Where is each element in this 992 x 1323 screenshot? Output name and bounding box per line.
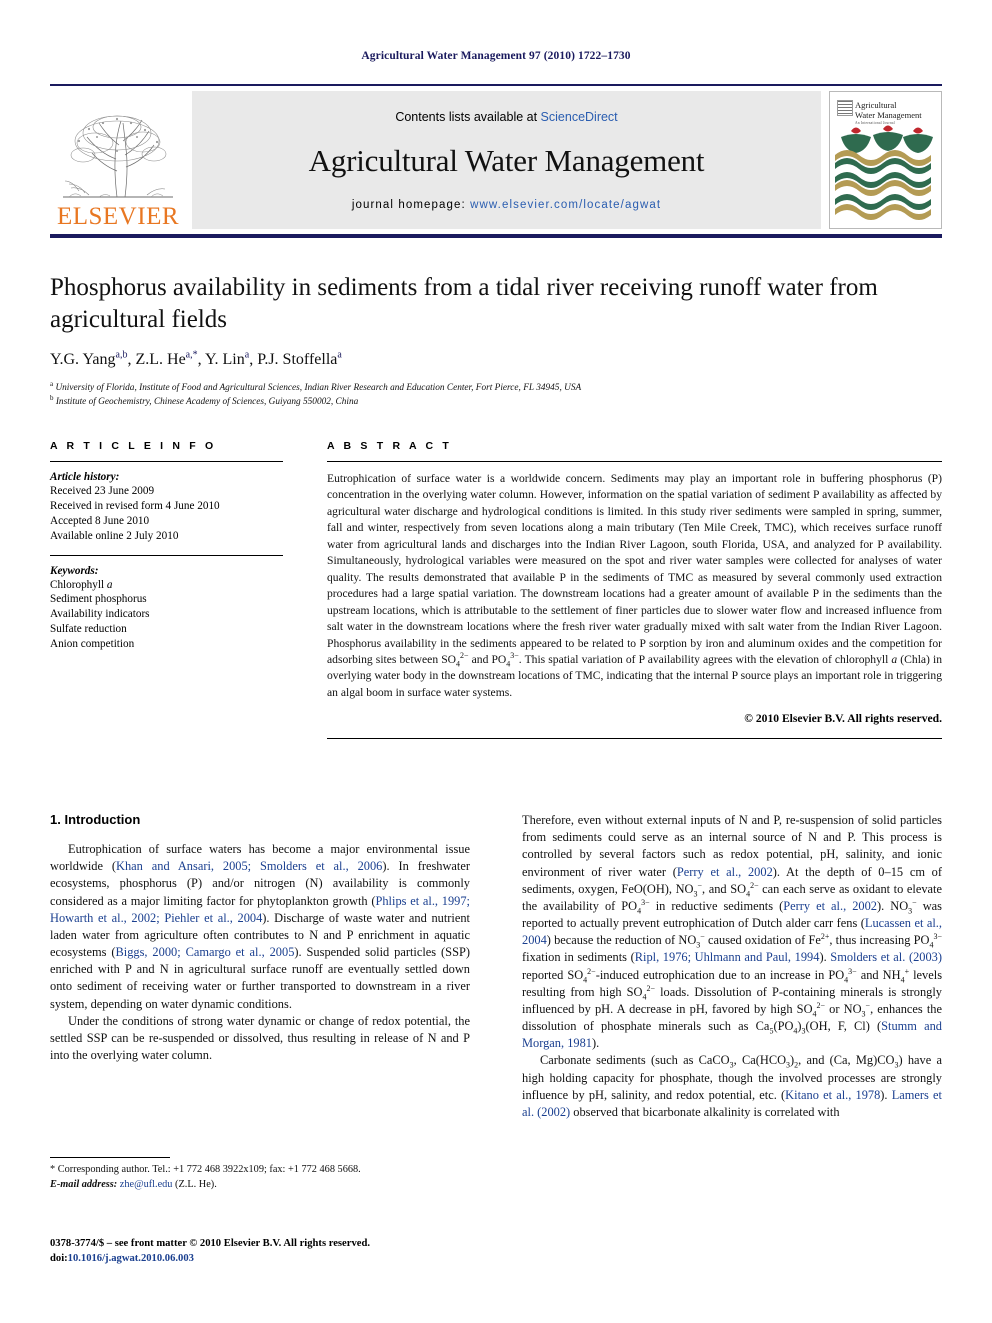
journal-band: Contents lists available at ScienceDirec… <box>192 91 821 229</box>
email-suffix: (Z.L. He). <box>175 1178 217 1190</box>
abstract-heading: A B S T R A C T <box>327 440 452 452</box>
elsevier-tree-icon <box>59 111 177 203</box>
author-list: Y.G. Yanga,b, Z.L. Hea,*, Y. Lina, P.J. … <box>50 349 342 368</box>
contents-line: Contents lists available at ScienceDirec… <box>395 110 617 124</box>
doi-line: doi:10.1016/j.agwat.2010.06.003 <box>50 1253 194 1265</box>
history-item: Accepted 8 June 2010 <box>50 514 150 527</box>
intro-paragraph: Eutrophication of surface waters has bec… <box>50 842 470 1011</box>
email-label: E-mail address: <box>50 1178 118 1190</box>
intro-paragraph: Carbonate sediments (such as CaCO3, Ca(H… <box>522 1053 942 1119</box>
running-head: Agricultural Water Management 97 (2010) … <box>361 50 631 62</box>
paper-page: Agricultural Water Management 97 (2010) … <box>0 0 992 1323</box>
keywords-block: Keywords: Chlorophyll a Sediment phospho… <box>50 554 283 652</box>
info-abstract-section: A R T I C L E I N F O Article history: R… <box>50 440 943 740</box>
body-columns: 1. Introduction Eutrophication of surfac… <box>50 812 942 1121</box>
footnote-block: * Corresponding author. Tel.: +1 772 468… <box>50 1157 470 1192</box>
info-rule-mid <box>50 554 283 556</box>
history-label: Article history: <box>50 471 120 483</box>
abstract-column: A B S T R A C T Eutrophication of surfac… <box>327 440 943 740</box>
keyword-item: Anion competition <box>50 638 135 651</box>
title-block: Phosphorus availability in sediments fro… <box>50 272 942 410</box>
elsevier-logo: ELSEVIER <box>50 91 186 229</box>
elsevier-wordmark: ELSEVIER <box>56 203 180 230</box>
keyword-item: Chlorophyll a <box>50 578 113 591</box>
email-note: E-mail address: zhe@ufl.edu (Z.L. He). <box>50 1178 470 1193</box>
journal-masthead: ELSEVIER Contents lists available at Sci… <box>50 84 942 229</box>
history-item: Received in revised form 4 June 2010 <box>50 499 220 512</box>
keyword-item: Sediment phosphorus <box>50 593 147 606</box>
masthead-bottom-rule <box>50 234 942 238</box>
contents-prefix: Contents lists available at <box>395 110 541 124</box>
abstract-body: Eutrophication of surface water is a wor… <box>327 472 943 699</box>
corresponding-author-note: * Corresponding author. Tel.: +1 772 468… <box>50 1164 361 1175</box>
homepage-prefix: journal homepage: <box>351 199 471 211</box>
section-heading-introduction: 1. Introduction <box>50 812 141 827</box>
footnote-rule <box>50 1157 170 1158</box>
article-info-column: A R T I C L E I N F O Article history: R… <box>50 440 283 739</box>
journal-homepage-line: journal homepage: www.elsevier.com/locat… <box>352 199 661 211</box>
cover-title: Agricultural Water Management An Interna… <box>855 100 922 125</box>
abstract-rule-top <box>327 461 942 462</box>
imprint-line: 0378-3774/$ – see front matter © 2010 El… <box>50 1238 370 1249</box>
article-info-heading: A R T I C L E I N F O <box>50 440 217 452</box>
keyword-item: Availability indicators <box>50 608 150 621</box>
body-column-right: Therefore, even without external inputs … <box>522 812 942 1121</box>
abstract-rule-bottom <box>327 738 942 740</box>
abstract-copyright: © 2010 Elsevier B.V. All rights reserved… <box>744 712 942 726</box>
history-item: Available online 2 July 2010 <box>50 529 179 542</box>
journal-cover-thumbnail: Agricultural Water Management An Interna… <box>829 91 942 229</box>
imprint-block: 0378-3774/$ – see front matter © 2010 El… <box>50 1236 480 1266</box>
email-link[interactable]: zhe@ufl.edu <box>120 1179 173 1190</box>
doi-link[interactable]: 10.1016/j.agwat.2010.06.003 <box>68 1253 194 1264</box>
journal-title: Agricultural Water Management <box>308 143 705 178</box>
journal-homepage-link[interactable]: www.elsevier.com/locate/agwat <box>470 199 661 211</box>
body-column-left: 1. Introduction Eutrophication of surfac… <box>50 812 470 1121</box>
affiliation-b: b Institute of Geochemistry, Chinese Aca… <box>50 393 359 407</box>
keyword-item: Sulfate reduction <box>50 623 127 636</box>
keywords-label: Keywords: <box>50 564 99 577</box>
history-item: Received 23 June 2009 <box>50 485 155 497</box>
affiliation-a: a University of Florida, Institute of Fo… <box>50 379 582 393</box>
cover-publisher-logo-icon <box>837 100 853 116</box>
intro-paragraph: Under the conditions of strong water dyn… <box>50 1013 470 1063</box>
sciencedirect-link[interactable]: ScienceDirect <box>541 110 618 124</box>
intro-paragraph: Therefore, even without external inputs … <box>522 813 943 1051</box>
page-title: Phosphorus availability in sediments fro… <box>50 274 878 333</box>
info-rule-top <box>50 461 283 462</box>
